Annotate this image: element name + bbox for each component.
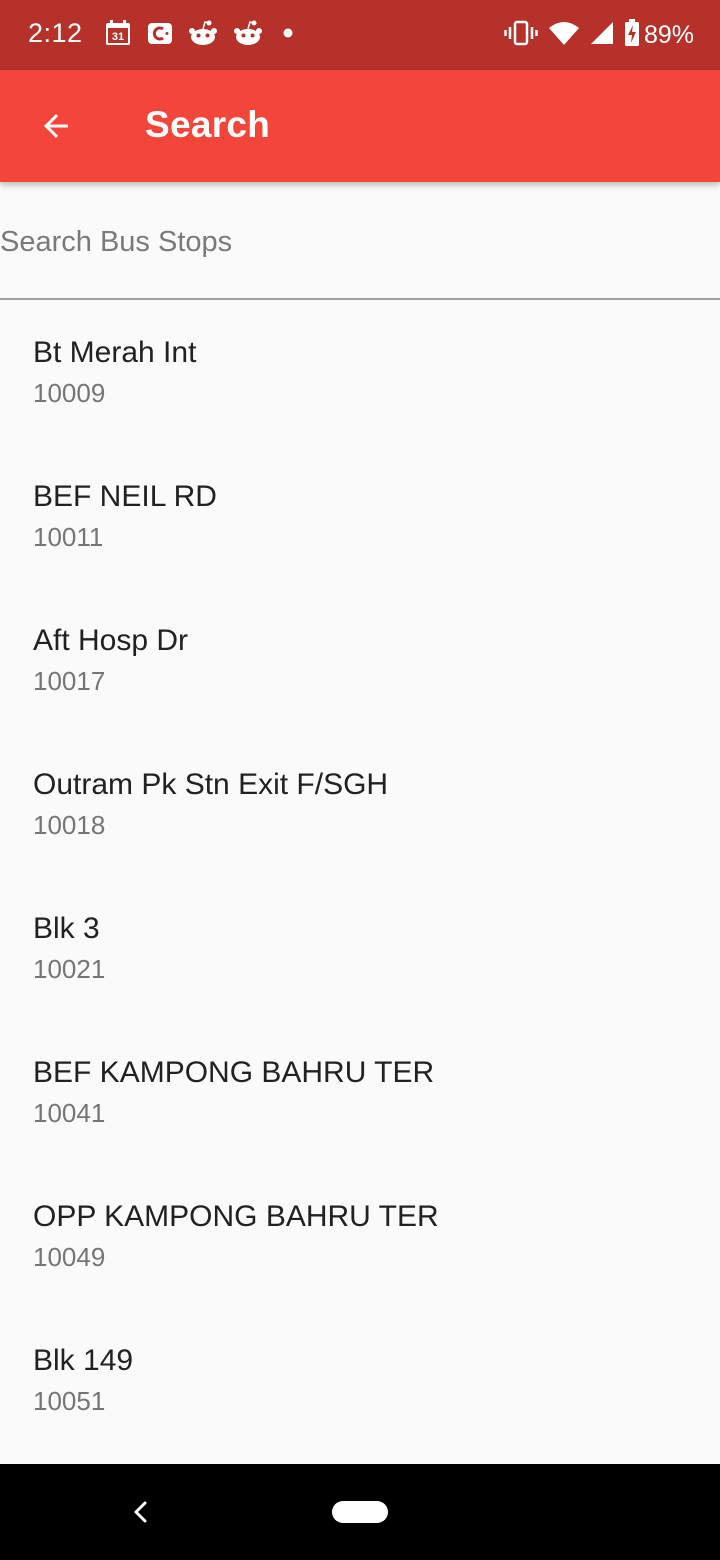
status-time: 2:12 (28, 18, 83, 48)
system-nav-bar (0, 1464, 720, 1560)
stop-code: 10041 (33, 1098, 106, 1128)
reddit-icon (233, 20, 263, 51)
status-notification-icons: 31 (104, 18, 313, 52)
battery-charging-icon (624, 18, 640, 52)
stop-name: Outram Pk Stn Exit F/SGH (33, 768, 389, 801)
stop-code: 10021 (33, 954, 106, 984)
nav-home-pill-icon[interactable] (332, 1501, 388, 1523)
stop-code: 10017 (33, 666, 106, 696)
stop-name: Blk 3 (33, 912, 100, 945)
vibrate-icon (504, 20, 538, 51)
stop-code: 10011 (33, 522, 104, 552)
list-item[interactable]: BEF NEIL RD 10011 (0, 444, 720, 588)
app-bar: Search (0, 70, 720, 182)
stop-name: Blk 149 (33, 1344, 134, 1377)
calendar-icon: 31 (104, 19, 132, 52)
battery-percent: 89% (643, 20, 694, 49)
stop-name: Bt Merah Int (33, 336, 197, 369)
wifi-icon (548, 20, 580, 51)
list-item[interactable]: Aft Hosp Dr 10017 (0, 588, 720, 732)
back-button[interactable] (22, 92, 90, 160)
list-item[interactable]: Blk 3 10021 (0, 876, 720, 1020)
search-field-container (0, 182, 720, 300)
list-item[interactable]: Blk 149 10051 (0, 1308, 720, 1452)
stop-code: 10009 (33, 378, 106, 408)
bus-stop-list: Bt Merah Int 10009 BEF NEIL RD 10011 Aft… (0, 300, 720, 1464)
notification-dot-icon (278, 23, 298, 48)
app-c-icon (147, 20, 173, 51)
nav-back-button[interactable] (122, 1492, 158, 1532)
stop-code: 10051 (33, 1386, 106, 1416)
stop-name: BEF NEIL RD (33, 480, 217, 513)
status-bar: 2:12 31 89% (0, 0, 720, 70)
stop-code: 10018 (33, 810, 106, 840)
list-item[interactable]: BEF KAMPONG BAHRU TER 10041 (0, 1020, 720, 1164)
stop-code: 10049 (33, 1242, 106, 1272)
nav-back-icon (134, 1501, 147, 1523)
list-item[interactable]: Bt Merah Int 10009 (0, 300, 720, 444)
status-system-icons: 89% (494, 18, 694, 52)
list-item[interactable]: Outram Pk Stn Exit F/SGH 10018 (0, 732, 720, 876)
stop-name: BEF KAMPONG BAHRU TER (33, 1056, 435, 1089)
reddit-icon (188, 20, 218, 51)
calendar-day: 31 (112, 31, 124, 43)
page-title: Search (145, 104, 271, 145)
list-item[interactable]: OPP KAMPONG BAHRU TER 10049 (0, 1164, 720, 1308)
search-input[interactable] (0, 218, 700, 266)
stop-name: Aft Hosp Dr (33, 624, 189, 657)
stop-name: OPP KAMPONG BAHRU TER (33, 1200, 439, 1233)
arrow-back-icon (44, 114, 68, 138)
signal-icon (590, 20, 614, 51)
